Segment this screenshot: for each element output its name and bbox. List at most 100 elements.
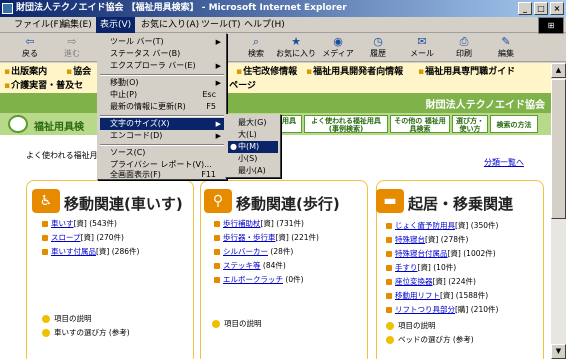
menu-item-explorer-bar[interactable]: エクスプローラ バー(E) ▶: [100, 60, 224, 72]
mail-button[interactable]: ✉ メール: [402, 36, 442, 62]
header-bar: 財団法人テクノエイド協会: [0, 93, 551, 113]
item-link[interactable]: ステッキ等: [223, 261, 261, 270]
intro-text: よく使われる福祉月: [26, 151, 98, 160]
search-button[interactable]: ⌕ 検索: [236, 36, 276, 62]
minimize-button[interactable]: _: [518, 2, 532, 15]
mail-icon: ✉: [417, 35, 427, 48]
menu-tools[interactable]: ツール(T): [197, 17, 245, 33]
menu-item-text-smallest[interactable]: 最小(A): [228, 165, 278, 177]
menu-item-text-largest[interactable]: 最大(G): [228, 117, 278, 129]
menu-separator: [100, 74, 224, 76]
menu-item-go-to[interactable]: 移動(O) ▶: [100, 77, 224, 89]
windows-logo-throbber: ⊞: [538, 17, 564, 34]
item-link[interactable]: 歩行補助杖: [223, 219, 261, 228]
menu-help[interactable]: ヘルプ(H): [240, 17, 289, 33]
category-title: 移動関連(歩行): [236, 195, 340, 213]
menu-item-statusbar[interactable]: ステータス バー(B): [100, 48, 224, 60]
scroll-down-icon[interactable]: ▼: [551, 344, 566, 359]
item-link[interactable]: 歩行器・歩行車: [223, 233, 276, 242]
item-link[interactable]: 特殊寝台: [395, 235, 425, 244]
list-item: 車いす付属品[資] (286件): [42, 246, 139, 257]
item-link[interactable]: スロープ: [51, 233, 81, 242]
list-item: 座位変換器[資] (224件): [386, 276, 476, 287]
list-item: 車いす[資] (543件): [42, 218, 117, 229]
menu-edit[interactable]: 編集(E): [57, 17, 96, 33]
item-link[interactable]: リフトつり具部分: [395, 305, 455, 314]
tab-other-search[interactable]: その他の 福祉用具検索: [390, 115, 450, 133]
tab-case-search[interactable]: よく使われる福祉用具 (事例検索): [304, 115, 388, 133]
menu-item-toolbars[interactable]: ツール バー(T) ▶: [100, 36, 224, 48]
radio-selected-icon: ●: [230, 142, 237, 151]
nav-link-page[interactable]: ページ: [222, 80, 256, 92]
nav-link-training[interactable]: 介護実習・普及セ: [4, 80, 83, 92]
item-explanation-link[interactable]: 項目の説明: [386, 320, 436, 331]
list-item: 歩行補助杖[資] (731件): [214, 218, 304, 229]
item-link[interactable]: 車いす付属品: [51, 247, 96, 256]
scroll-thumb[interactable]: [551, 79, 566, 219]
edit-button[interactable]: ✎ 編集: [486, 36, 526, 62]
nav-link-publications[interactable]: 出版案内: [4, 66, 47, 78]
menu-item-text-smaller[interactable]: 小(S): [228, 153, 278, 165]
menu-item-text-size[interactable]: 文字のサイズ(X) ▶: [100, 118, 224, 130]
bed-icon: ▬: [376, 189, 404, 213]
edit-icon: ✎: [501, 35, 511, 48]
item-explanation-link[interactable]: 項目の説明: [42, 313, 92, 324]
favorites-icon: ★: [291, 35, 301, 48]
item-link[interactable]: じょく瘡予防用具: [395, 221, 455, 230]
menu-separator: [100, 144, 224, 146]
list-item: 手すり[資] (10件): [386, 262, 456, 273]
item-link[interactable]: 移動用リフト: [395, 291, 440, 300]
close-button[interactable]: ×: [550, 2, 564, 15]
item-link[interactable]: エルボークラッチ: [223, 275, 283, 284]
menu-bar: ファイル(F) 編集(E) 表示(V) お気に入り(A) ツール(T) ヘルプ(…: [0, 17, 566, 33]
list-item: じょく瘡予防用具[資] (350件): [386, 220, 498, 231]
item-link[interactable]: 手すり: [395, 263, 418, 272]
menu-separator: [100, 115, 224, 117]
item-link[interactable]: 車いす: [51, 219, 74, 228]
nav-link-developers[interactable]: 福祉用具開発者向情報: [306, 66, 403, 78]
window-title: 財団法人テクノエイド協会 【福祉用具検索】 - Microsoft Intern…: [16, 3, 347, 13]
back-button[interactable]: ⇦ 戻る: [10, 36, 50, 62]
nav-link-professionals[interactable]: 福祉用具専門職ガイド: [418, 66, 515, 78]
menu-item-encoding[interactable]: エンコード(D) ▶: [100, 130, 224, 142]
favorites-button[interactable]: ★ お気に入り: [276, 36, 316, 62]
item-explanation-link[interactable]: 項目の説明: [212, 318, 262, 329]
list-item: ステッキ等 (84件): [214, 260, 286, 271]
item-link[interactable]: シルバーカー: [223, 247, 268, 256]
scroll-up-icon[interactable]: ▲: [551, 63, 566, 78]
menu-item-refresh[interactable]: 最新の情報に更新(R) F5: [100, 101, 224, 113]
history-button[interactable]: ◷ 履歴: [358, 36, 398, 62]
view-menu-dropdown: ツール バー(T) ▶ ステータス バー(B) エクスプローラ バー(E) ▶ 移動…: [97, 33, 227, 180]
menu-item-fullscreen[interactable]: 全画面表示(F) F11: [100, 171, 224, 179]
menu-item-source[interactable]: ソース(C): [100, 147, 224, 159]
menu-view[interactable]: 表示(V): [96, 17, 136, 33]
category-list-link[interactable]: 分類一覧へ: [484, 157, 524, 168]
top-nav: 出版案内 協会 住宅改修情報 福祉用具開発者向情報 福祉用具専門職ガイド 介護実…: [0, 63, 551, 93]
how-to-choose-bed-link[interactable]: ベッドの選び方 (参考): [386, 334, 474, 345]
list-item: リフトつり具部分[購] (210件): [386, 304, 498, 315]
back-icon: ⇦: [25, 35, 35, 48]
nav-link-association[interactable]: 協会: [66, 66, 91, 78]
vertical-scrollbar[interactable]: ▲ ▼: [551, 63, 566, 359]
forward-button[interactable]: ⇨ 進む: [52, 36, 92, 62]
print-button[interactable]: ⎙ 印刷: [444, 36, 484, 62]
print-icon: ⎙: [459, 35, 469, 48]
tab-search-method[interactable]: 検索の方法: [490, 115, 538, 133]
how-to-choose-link[interactable]: 車いすの選び方 (参考): [42, 327, 130, 338]
tab-how-to-choose[interactable]: 選び方・ 使い方: [452, 115, 488, 133]
list-item: スロープ[資] (270件): [42, 232, 124, 243]
menu-favorites[interactable]: お気に入り(A): [137, 17, 203, 33]
item-link[interactable]: 特殊寝台付属品: [395, 249, 448, 258]
menu-item-text-medium[interactable]: ● 中(M): [228, 141, 278, 153]
text-size-submenu: 最大(G) 大(L) ● 中(M) 小(S) 最小(A): [225, 114, 281, 178]
menu-item-text-larger[interactable]: 大(L): [228, 129, 278, 141]
media-icon: ◉: [333, 35, 343, 48]
list-item: シルバーカー (28件): [214, 246, 293, 257]
forward-icon: ⇨: [67, 35, 77, 48]
maximize-button[interactable]: □: [534, 2, 548, 15]
item-link[interactable]: 座位変換器: [395, 277, 433, 286]
walker-icon: ⚲: [204, 189, 232, 213]
nav-link-housing[interactable]: 住宅改修情報: [236, 66, 297, 78]
media-button[interactable]: ◉ メディア: [318, 36, 358, 62]
menu-item-stop[interactable]: 中止(P) Esc: [100, 89, 224, 101]
